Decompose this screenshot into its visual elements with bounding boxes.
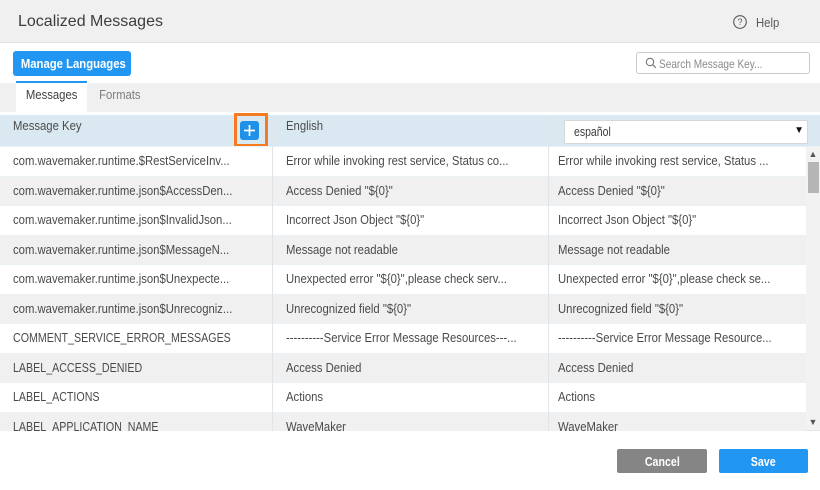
svg-text:?: ? <box>737 17 742 27</box>
